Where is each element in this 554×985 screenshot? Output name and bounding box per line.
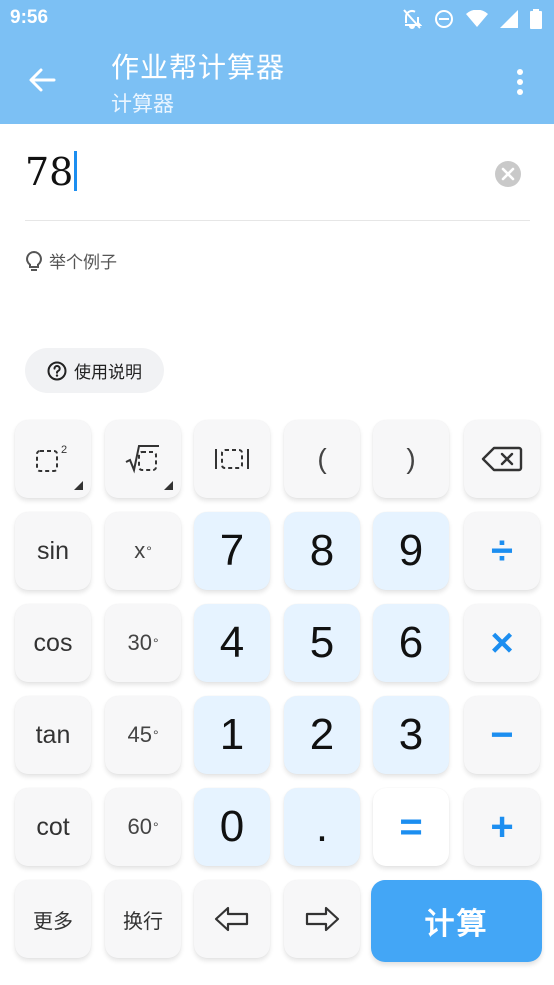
- sqrt-template-icon: [125, 445, 159, 474]
- newline-key[interactable]: 换行: [105, 880, 181, 958]
- degree-symbol: °: [152, 727, 159, 743]
- backspace-key[interactable]: [464, 420, 540, 498]
- deg-30-label: 30: [127, 630, 152, 655]
- plus-key[interactable]: +: [464, 788, 540, 866]
- help-button[interactable]: 使用说明: [25, 348, 164, 393]
- x-degree-label: x: [134, 538, 146, 563]
- compute-button[interactable]: 计算: [371, 880, 542, 962]
- clear-icon[interactable]: [494, 160, 522, 188]
- back-arrow-icon[interactable]: [26, 64, 58, 96]
- x-degree-key[interactable]: x °: [105, 512, 181, 590]
- status-bar: 9:56: [0, 0, 554, 38]
- wifi-icon: [466, 10, 488, 27]
- cos-key[interactable]: cos: [15, 604, 91, 682]
- example-link[interactable]: 举个例子: [25, 248, 117, 273]
- digit-7-key[interactable]: 7: [194, 512, 270, 590]
- help-label: 使用说明: [74, 363, 142, 383]
- square-template-icon: 2: [36, 444, 67, 472]
- cot-key[interactable]: cot: [15, 788, 91, 866]
- expand-corner: [164, 481, 173, 490]
- do-not-disturb-icon: [435, 10, 453, 28]
- digit-5-key[interactable]: 5: [284, 604, 360, 682]
- expression-value-wrap: 78: [25, 150, 78, 194]
- abs-key[interactable]: [194, 420, 270, 498]
- lightbulb-icon: [26, 250, 42, 271]
- text-caret: [74, 151, 78, 191]
- expand-corner: [74, 481, 83, 490]
- calculator-keyboard: 2 ( ) sin x ° 7 8 9 ÷ cos 30 ° 4 5 6 × tan…: [0, 410, 554, 985]
- digit-4-key[interactable]: 4: [194, 604, 270, 682]
- app-title: 作业帮计算器: [111, 51, 286, 84]
- decimal-point-key[interactable]: .: [284, 788, 360, 866]
- digit-3-key[interactable]: 3: [373, 696, 449, 774]
- app-bar: 作业帮计算器 计算器: [0, 38, 554, 124]
- digit-8-key[interactable]: 8: [284, 512, 360, 590]
- example-label: 举个例子: [49, 253, 117, 273]
- digit-6-key[interactable]: 6: [373, 604, 449, 682]
- deg-60-key[interactable]: 60 °: [105, 788, 181, 866]
- deg-45-label: 45: [127, 722, 152, 747]
- degree-symbol: °: [146, 543, 152, 559]
- digit-0-key[interactable]: 0: [194, 788, 270, 866]
- notifications-off-icon: [403, 9, 422, 30]
- multiply-key[interactable]: ×: [464, 604, 540, 682]
- deg-30-key[interactable]: 30 °: [105, 604, 181, 682]
- tan-key[interactable]: tan: [15, 696, 91, 774]
- cell-signal-icon: [500, 10, 518, 28]
- cursor-left-key[interactable]: [194, 880, 270, 958]
- arrow-right-icon: [305, 906, 340, 932]
- square-exponent: 2: [61, 444, 67, 456]
- status-time: 9:56: [10, 7, 49, 28]
- app-subtitle: 计算器: [111, 92, 174, 116]
- sin-key[interactable]: sin: [15, 512, 91, 590]
- digit-1-key[interactable]: 1: [194, 696, 270, 774]
- digit-9-key[interactable]: 9: [373, 512, 449, 590]
- deg-45-key[interactable]: 45 °: [105, 696, 181, 774]
- digit-2-key[interactable]: 2: [284, 696, 360, 774]
- right-paren-key[interactable]: ): [373, 420, 449, 498]
- square-key[interactable]: 2: [15, 420, 91, 498]
- root-key[interactable]: [105, 420, 181, 498]
- expression-value: 78: [25, 150, 74, 194]
- equals-key[interactable]: =: [373, 788, 449, 866]
- battery-icon: [530, 9, 542, 29]
- more-key[interactable]: 更多: [15, 880, 91, 958]
- expression-input[interactable]: 78: [25, 150, 530, 221]
- arrow-left-icon: [214, 906, 249, 932]
- cursor-right-key[interactable]: [284, 880, 360, 958]
- more-vert-icon[interactable]: [508, 66, 532, 98]
- deg-60-label: 60: [127, 814, 152, 839]
- abs-template-icon: [215, 449, 249, 469]
- left-paren-key[interactable]: (: [284, 420, 360, 498]
- status-icons: [402, 8, 542, 30]
- degree-symbol: °: [152, 819, 159, 835]
- degree-symbol: °: [152, 635, 159, 651]
- help-circle-icon: [47, 361, 67, 380]
- divide-key[interactable]: ÷: [464, 512, 540, 590]
- minus-key[interactable]: −: [464, 696, 540, 774]
- backspace-icon: [481, 446, 523, 472]
